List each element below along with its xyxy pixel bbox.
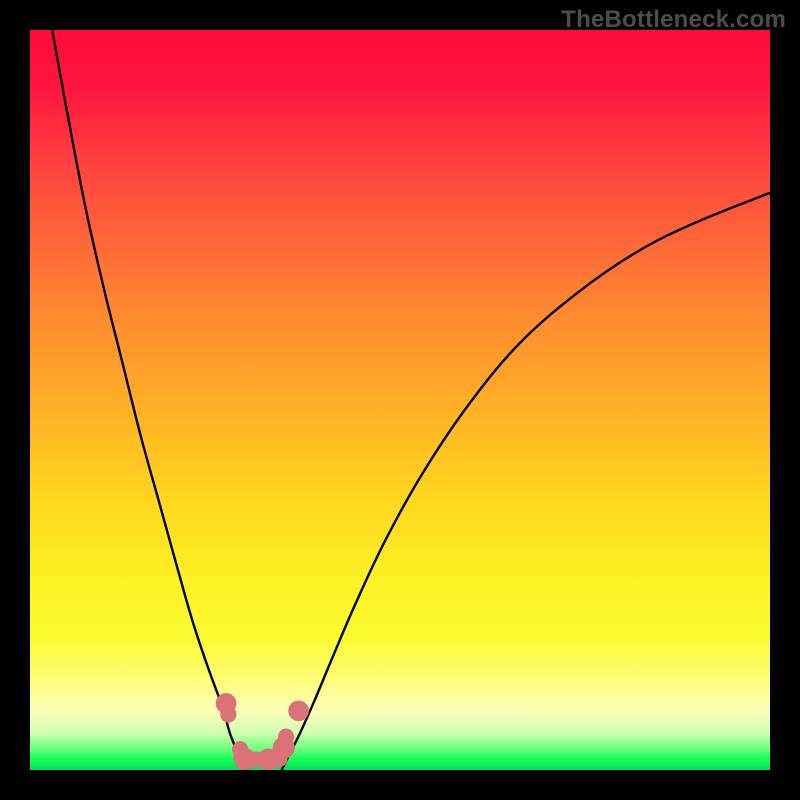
curve-right-path <box>282 193 770 770</box>
curve-left <box>52 30 246 770</box>
curve-layer <box>30 30 770 770</box>
curve-left-path <box>52 30 246 770</box>
plot-area <box>30 30 770 770</box>
data-marker <box>278 729 294 745</box>
watermark-text: TheBottleneck.com <box>561 6 786 34</box>
curve-right <box>282 193 770 770</box>
chart-frame: TheBottleneck.com <box>0 0 800 800</box>
data-marker <box>288 700 309 721</box>
data-marker <box>220 706 236 722</box>
